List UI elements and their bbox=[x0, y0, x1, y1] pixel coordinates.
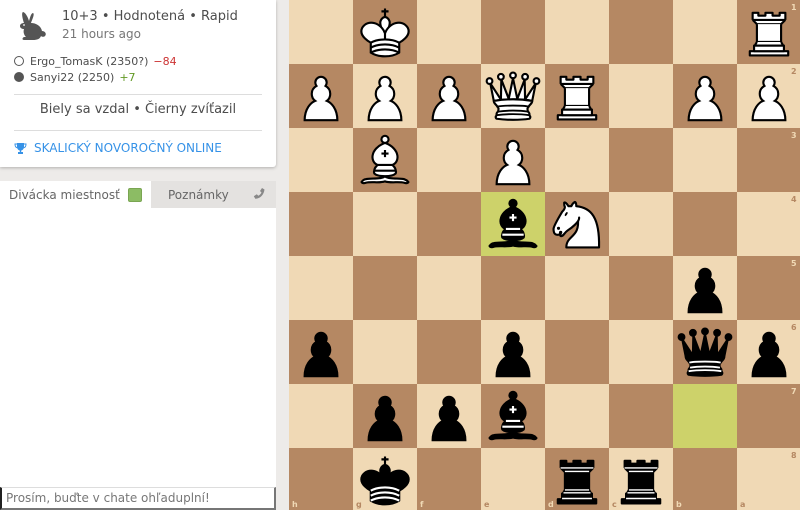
square-d3[interactable] bbox=[545, 128, 609, 192]
player-black-rating-diff: +7 bbox=[119, 70, 136, 84]
square-d1[interactable] bbox=[545, 0, 609, 64]
player-black: Sanyi22 (2250) +7 bbox=[14, 69, 177, 85]
file-coordinate: b bbox=[676, 500, 682, 509]
square-h1[interactable] bbox=[289, 0, 353, 64]
game-header: 10+3 • Hodnotená • Rapid 21 hours ago bbox=[14, 8, 238, 44]
game-info-card: 10+3 • Hodnotená • Rapid 21 hours ago Er… bbox=[0, 0, 276, 167]
black-pawn-icon[interactable] bbox=[353, 384, 417, 448]
chat-messages bbox=[0, 208, 276, 487]
tournament-name: SKALICKÝ NOVOROČNÝ ONLINE bbox=[34, 141, 222, 155]
square-f3[interactable] bbox=[417, 128, 481, 192]
white-bishop-icon[interactable] bbox=[353, 128, 417, 192]
white-rook-icon[interactable] bbox=[545, 64, 609, 128]
square-e1[interactable] bbox=[481, 0, 545, 64]
chat-input[interactable] bbox=[0, 487, 276, 510]
white-pawn-icon[interactable] bbox=[417, 64, 481, 128]
square-d6[interactable] bbox=[545, 320, 609, 384]
chat-toggle-checkbox[interactable] bbox=[128, 187, 142, 202]
white-color-icon bbox=[14, 56, 24, 66]
square-f6[interactable] bbox=[417, 320, 481, 384]
square-b4[interactable] bbox=[673, 192, 737, 256]
rank-coordinate: 8 bbox=[791, 451, 797, 460]
game-result: Biely sa vzdal • Čierny zvíťazil bbox=[39, 102, 237, 117]
white-pawn-icon[interactable] bbox=[289, 64, 353, 128]
square-h7[interactable] bbox=[289, 384, 353, 448]
file-coordinate: h bbox=[292, 500, 298, 509]
chat-tabs: Divácka miestnosť Poznámky bbox=[0, 181, 276, 208]
divider bbox=[14, 94, 262, 95]
black-bishop-icon[interactable] bbox=[481, 192, 545, 256]
white-pawn-icon[interactable] bbox=[673, 64, 737, 128]
white-pawn-icon[interactable] bbox=[737, 64, 800, 128]
black-pawn-icon[interactable] bbox=[417, 384, 481, 448]
rank-coordinate: 7 bbox=[791, 387, 797, 396]
rank-coordinate: 5 bbox=[791, 259, 797, 268]
square-g4[interactable] bbox=[353, 192, 417, 256]
square-b7[interactable] bbox=[673, 384, 737, 448]
black-pawn-icon[interactable] bbox=[481, 320, 545, 384]
square-c1[interactable] bbox=[609, 0, 673, 64]
square-f8[interactable] bbox=[417, 448, 481, 510]
trophy-icon bbox=[14, 142, 27, 154]
square-c3[interactable] bbox=[609, 128, 673, 192]
square-b3[interactable] bbox=[673, 128, 737, 192]
file-coordinate: e bbox=[484, 500, 490, 509]
player-white: Ergo_TomasK (2350?) −84 bbox=[14, 53, 177, 69]
tab-notes[interactable]: Poznámky bbox=[151, 181, 276, 208]
square-f4[interactable] bbox=[417, 192, 481, 256]
black-pawn-icon[interactable] bbox=[737, 320, 800, 384]
black-queen-icon[interactable] bbox=[673, 320, 737, 384]
file-coordinate: f bbox=[420, 500, 424, 509]
square-c5[interactable] bbox=[609, 256, 673, 320]
square-e8[interactable] bbox=[481, 448, 545, 510]
square-h3[interactable] bbox=[289, 128, 353, 192]
square-g5[interactable] bbox=[353, 256, 417, 320]
white-pawn-icon[interactable] bbox=[353, 64, 417, 128]
square-h8[interactable] bbox=[289, 448, 353, 510]
square-f1[interactable] bbox=[417, 0, 481, 64]
tab-notes-label: Poznámky bbox=[168, 187, 229, 202]
black-rook-icon[interactable] bbox=[545, 448, 609, 510]
black-rook-icon[interactable] bbox=[609, 448, 673, 510]
square-d7[interactable] bbox=[545, 384, 609, 448]
square-e5[interactable] bbox=[481, 256, 545, 320]
square-f5[interactable] bbox=[417, 256, 481, 320]
black-king-icon[interactable] bbox=[353, 448, 417, 510]
white-king-icon[interactable] bbox=[353, 0, 417, 64]
black-bishop-icon[interactable] bbox=[481, 384, 545, 448]
tournament-link[interactable]: SKALICKÝ NOVOROČNÝ ONLINE bbox=[14, 141, 222, 155]
black-pawn-icon[interactable] bbox=[673, 256, 737, 320]
chess-board[interactable]: 12345678hgfedcba bbox=[289, 0, 800, 510]
white-knight-icon[interactable] bbox=[545, 192, 609, 256]
divider bbox=[14, 130, 262, 131]
player-white-rating-diff: −84 bbox=[153, 54, 177, 68]
square-c7[interactable] bbox=[609, 384, 673, 448]
player-white-name[interactable]: Ergo_TomasK (2350?) bbox=[30, 55, 148, 68]
players-list: Ergo_TomasK (2350?) −84 Sanyi22 (2250) +… bbox=[14, 53, 177, 85]
rabbit-icon bbox=[20, 12, 46, 40]
tab-spectator-room-label: Divácka miestnosť bbox=[9, 187, 120, 202]
black-pawn-icon[interactable] bbox=[289, 320, 353, 384]
square-h5[interactable] bbox=[289, 256, 353, 320]
white-queen-icon[interactable] bbox=[481, 64, 545, 128]
square-c2[interactable] bbox=[609, 64, 673, 128]
tab-spectator-room[interactable]: Divácka miestnosť bbox=[0, 181, 151, 208]
game-time: 21 hours ago bbox=[62, 27, 141, 41]
square-c6[interactable] bbox=[609, 320, 673, 384]
square-h4[interactable] bbox=[289, 192, 353, 256]
rank-coordinate: 4 bbox=[791, 195, 797, 204]
square-b1[interactable] bbox=[673, 0, 737, 64]
square-d5[interactable] bbox=[545, 256, 609, 320]
black-color-icon bbox=[14, 72, 24, 82]
square-b8[interactable] bbox=[673, 448, 737, 510]
square-g6[interactable] bbox=[353, 320, 417, 384]
phone-icon[interactable] bbox=[252, 187, 267, 202]
square-c4[interactable] bbox=[609, 192, 673, 256]
rank-coordinate: 3 bbox=[791, 131, 797, 140]
white-pawn-icon[interactable] bbox=[481, 128, 545, 192]
white-rook-icon[interactable] bbox=[737, 0, 800, 64]
file-coordinate: a bbox=[740, 500, 746, 509]
player-black-name[interactable]: Sanyi22 (2250) bbox=[30, 71, 114, 84]
game-meta: 10+3 • Hodnotená • Rapid bbox=[62, 9, 238, 24]
